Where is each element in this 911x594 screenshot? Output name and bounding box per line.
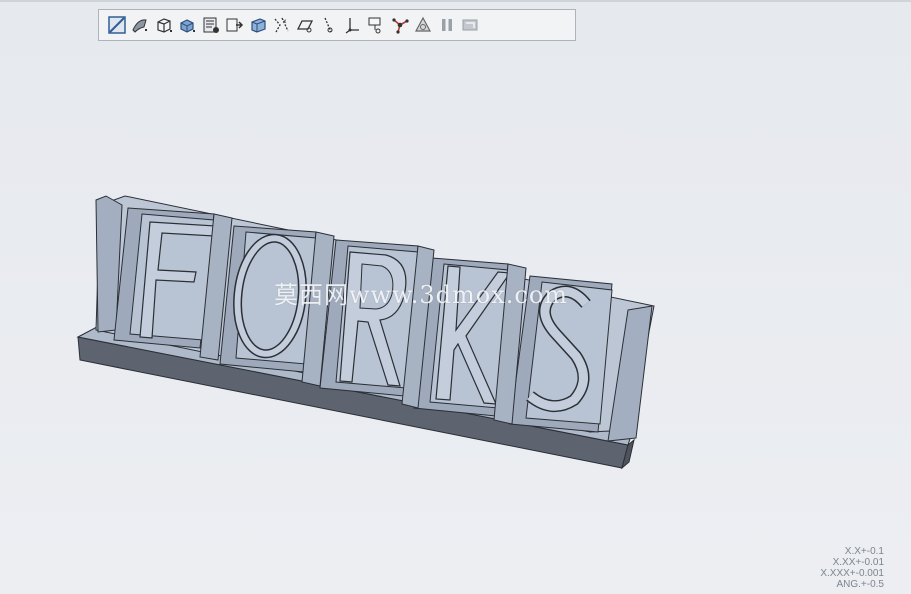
tolerance-line-3: X.XXX+-0.001 — [820, 568, 884, 579]
tolerance-table: X.X+-0.1 X.XX+-0.01 X.XXX+-0.001 ANG.+-0… — [820, 546, 884, 590]
tolerance-line-1: X.X+-0.1 — [844, 546, 884, 557]
watermark-text: 莫西网www.3dmox.com — [274, 281, 569, 309]
letter-frame-r — [319, 239, 419, 397]
graphics-viewport[interactable]: x 莫西网www.3dmox.com X.X+-0.1 X.XX+-0.01 X… — [0, 0, 911, 594]
letter-frame-f — [113, 207, 217, 349]
tolerance-line-4: ANG.+-0.5 — [836, 579, 884, 590]
tolerance-line-2: X.XX+-0.01 — [832, 557, 884, 568]
